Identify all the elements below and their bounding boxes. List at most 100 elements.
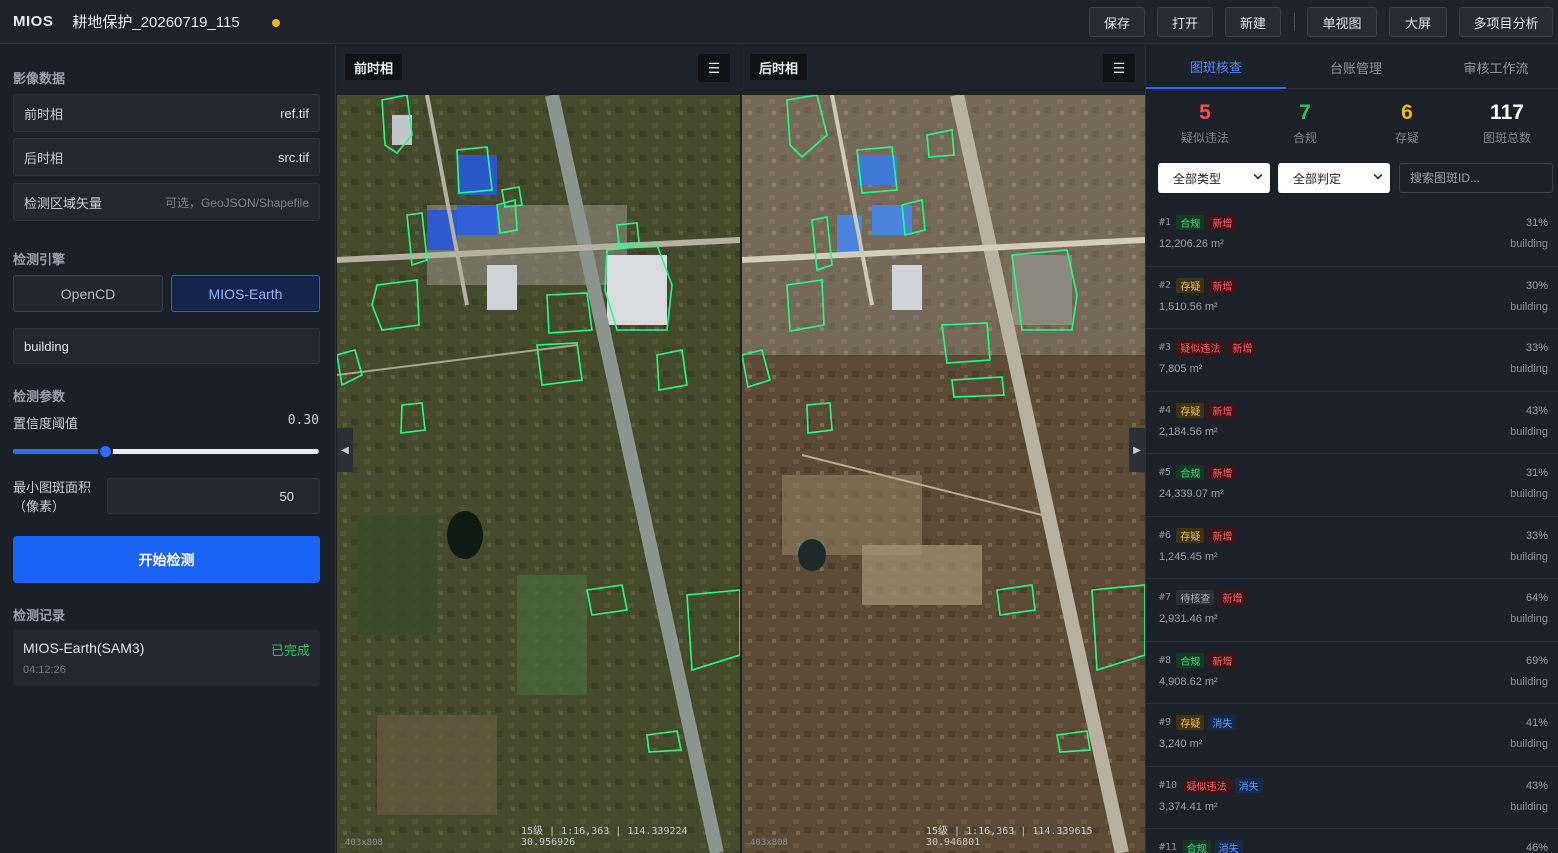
patch-list-item[interactable]: #3 疑似违法 新增 7,805 m² 33% building [1146,329,1558,392]
patch-list-item[interactable]: #2 存疑 新增 1,510.56 m² 30% building [1146,267,1558,329]
stat-value: 6 [1401,101,1413,124]
project-title[interactable]: 耕地保护_20260719_115 [72,11,254,32]
verdict-badge: 疑似违法 [1182,777,1231,793]
next-arrow-icon[interactable]: ▶ [1129,428,1145,472]
patch-area: 1,245.45 m² [1159,550,1218,563]
stat-card[interactable]: 7 合规 [1260,101,1350,146]
patch-list-item[interactable]: #4 存疑 新增 2,184.56 m² 43% building [1146,392,1558,454]
right-tabs: 图斑核查 台账管理 审核工作流 [1146,45,1558,89]
patch-list-item[interactable]: #11 合规 消失 46% [1146,829,1558,853]
stat-label: 合规 [1292,131,1317,145]
stat-value: 117 [1490,101,1524,124]
menu-icon[interactable]: ☰ [698,54,730,82]
patch-confidence: 43% [1525,404,1548,417]
open-button[interactable]: 打开 [1157,7,1213,37]
prev-arrow-icon[interactable]: ◀ [337,428,353,472]
patch-confidence: 64% [1525,592,1548,604]
tab-patch-review[interactable]: 图斑核查 [1146,45,1286,89]
patch-id: #9 [1159,717,1172,728]
patch-list-item[interactable]: #10 疑似违法 消失 3,374.41 m² 43% building [1146,767,1558,829]
tab-workflow[interactable]: 审核工作流 [1426,45,1558,89]
prompt-input[interactable]: building [13,328,320,364]
patch-list-item[interactable]: #8 合规 新增 4,908.62 m² 69% building [1146,642,1558,704]
detection-record[interactable]: MIOS-Earth(SAM3) 已完成 04:12:26 [13,630,320,686]
single-view-button[interactable]: 单视图 [1307,7,1377,37]
patch-confidence: 43% [1525,779,1548,792]
patch-confidence: 33% [1525,529,1548,542]
min-area-value: 50 [279,488,294,504]
stat-label: 图斑总数 [1482,131,1531,145]
min-area-input[interactable]: 50 [107,478,320,514]
before-image-field[interactable]: 前时相 ref.tif [13,94,320,132]
big-screen-button[interactable]: 大屏 [1389,7,1447,37]
after-image-label: 后时相 [24,150,64,166]
stat-card[interactable]: 5 疑似违法 [1160,101,1250,146]
confidence-label: 置信度阈值 [13,416,79,431]
after-image-field[interactable]: 后时相 src.tif [13,138,320,176]
before-map-size: 403x808 [345,838,383,848]
stat-card[interactable]: 117 图斑总数 [1462,101,1552,146]
verdict-badge: 合规 [1182,840,1211,853]
patch-class: building [1510,613,1548,625]
stat-card[interactable]: 6 存疑 [1362,101,1452,146]
verdict-badge: 疑似违法 [1176,340,1225,355]
judge-filter-select[interactable]: 全部判定 [1278,163,1390,193]
region-vector-label: 检测区域矢量 [24,195,103,211]
region-vector-field[interactable]: 检测区域矢量 可选，GeoJSON/Shapefile [13,183,320,221]
save-button[interactable]: 保存 [1089,7,1145,37]
change-badge: 新增 [1208,402,1237,418]
before-image-label: 前时相 [24,106,64,122]
patch-id: #3 [1159,342,1172,353]
tab-ledger[interactable]: 台账管理 [1286,45,1426,89]
after-satellite-image[interactable] [742,95,1145,853]
engine-mios-earth-button[interactable]: MIOS-Earth [171,275,320,312]
confidence-slider[interactable] [13,444,319,459]
stat-label: 存疑 [1394,131,1419,145]
verdict-badge: 合规 [1176,652,1205,668]
judge-filter-value: 全部判定 [1293,171,1342,186]
before-satellite-image[interactable] [337,95,740,853]
patch-list-item[interactable]: #9 存疑 消失 3,240 m² 41% building [1146,704,1558,767]
after-map-size: 403x808 [750,838,788,848]
patch-area: 2,184.56 m² [1159,425,1218,438]
change-badge: 新增 [1208,652,1237,668]
verdict-badge: 合规 [1176,215,1205,230]
patch-list-item[interactable]: #1 合规 新增 12,206.26 m² 31% building [1146,204,1558,267]
patch-area: 12,206.26 m² [1159,238,1224,250]
patch-confidence: 69% [1525,654,1548,667]
new-button[interactable]: 新建 [1225,7,1281,37]
patch-area: 4,908.62 m² [1159,675,1218,688]
patch-area: 3,240 m² [1159,738,1203,750]
patch-search-input[interactable] [1399,163,1553,193]
engine-section-title: 检测引擎 [13,252,66,267]
records-section-title: 检测记录 [13,608,66,623]
change-badge: 消失 [1214,840,1243,853]
patch-id: #7 [1159,592,1172,603]
before-map-panel[interactable]: 前时相 ☰ ◀ 403x808 15级 | 1:16,363 | 114.339… [337,45,740,853]
stat-value: 7 [1299,101,1311,124]
multi-project-analysis-button[interactable]: 多项目分析 [1459,7,1553,37]
patch-list-item[interactable]: #7 待核查 新增 2,931.46 m² 64% building [1146,579,1558,642]
start-detection-button[interactable]: 开始检测 [13,536,320,583]
unsaved-indicator [272,19,281,27]
menu-icon[interactable]: ☰ [1103,54,1135,82]
confidence-slider-handle[interactable] [97,444,113,459]
patch-id: #2 [1159,279,1172,291]
patch-id: #1 [1159,217,1172,228]
patch-confidence: 31% [1525,467,1548,479]
after-map-header: 后时相 ☰ [742,45,1145,95]
patch-id: #6 [1159,529,1172,541]
patch-confidence: 30% [1525,279,1548,292]
patch-list-item[interactable]: #5 合规 新增 24,339.07 m² 31% building [1146,454,1558,517]
prompt-value: building [24,338,69,354]
change-badge: 新增 [1218,590,1247,605]
before-map-footer: 15级 | 1:16,363 | 114.339224 30.956926 [521,826,688,848]
patch-class: building [1510,425,1548,438]
after-map-panel[interactable]: 后时相 ☰ ▶ 403x808 15级 | 1:16,363 | 114.339… [742,45,1145,853]
type-filter-select[interactable]: 全部类型 [1158,163,1270,193]
change-badge: 新增 [1208,277,1237,293]
patch-list-item[interactable]: #6 存疑 新增 1,245.45 m² 33% building [1146,517,1558,579]
patch-id: #4 [1159,404,1172,416]
engine-opencd-button[interactable]: OpenCD [13,275,163,312]
patch-id: #10 [1159,779,1178,791]
